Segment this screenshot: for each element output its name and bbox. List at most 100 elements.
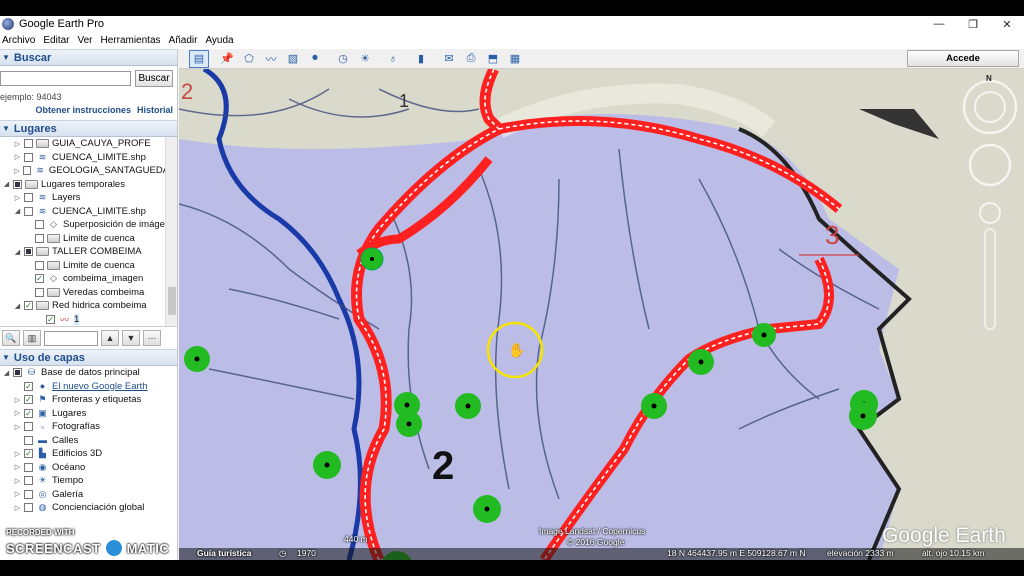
search-places-icon[interactable]: 🔍 [2, 330, 20, 346]
tree-item[interactable]: ◢ ✓ Red hidrica combeima [0, 299, 177, 313]
expand-arrow-icon[interactable]: ▷ [13, 477, 22, 485]
checkbox[interactable]: ✓ [24, 449, 33, 459]
expand-arrow-icon[interactable]: ▷ [13, 396, 22, 404]
history-link[interactable]: Historial [137, 105, 173, 118]
expand-arrow-icon[interactable]: ▷ [13, 463, 22, 471]
layer-item[interactable]: ◢ ⛁ Base de datos principal [0, 366, 177, 380]
menu-herramientas[interactable]: Herramientas [99, 35, 167, 46]
places-panel-header[interactable]: ▼ Lugares [0, 120, 177, 137]
login-button[interactable]: Accede [907, 50, 1019, 67]
close-button[interactable]: ✕ [990, 16, 1024, 32]
layer-item[interactable]: ▷ ✓ ▣ Lugares [0, 407, 177, 421]
expand-arrow-icon[interactable]: ▷ [13, 194, 22, 202]
tree-item[interactable]: ▷ ≋ Layers [0, 191, 177, 205]
search-input[interactable] [0, 71, 131, 86]
tree-item[interactable]: ✓ 〰 1 [0, 313, 177, 327]
menu-ayuda[interactable]: Ayuda [203, 35, 239, 46]
layer-item[interactable]: ▷ ✓ ⚑ Fronteras y etiquetas [0, 393, 177, 407]
expand-arrow-icon[interactable]: ◢ [2, 369, 11, 377]
checkbox[interactable]: ✓ [24, 408, 33, 418]
expand-arrow-icon[interactable]: ▷ [13, 167, 21, 175]
checkbox[interactable] [24, 139, 33, 149]
tree-item[interactable]: ◢ TALLER COMBEIMA [0, 245, 177, 259]
historical-imagery-icon[interactable]: ◷ [333, 50, 353, 68]
checkbox[interactable]: ✓ [24, 381, 33, 391]
tree-item[interactable]: ▷ ≋ GEOLOGIA_SANTAGUEDA... [0, 164, 177, 178]
expand-arrow-icon[interactable]: ◢ [13, 248, 22, 256]
expand-arrow-icon[interactable]: ▷ [13, 153, 22, 161]
add-overlay-icon[interactable]: ▧ [283, 50, 303, 68]
checkbox[interactable] [35, 287, 44, 297]
layer-item[interactable]: ▷ ✓ ▙ Edificios 3D [0, 447, 177, 461]
scrollbar-thumb[interactable] [168, 287, 176, 315]
email-icon[interactable]: ✉ [439, 50, 459, 68]
get-directions-link[interactable]: Obtener instrucciones [35, 105, 131, 118]
checkbox[interactable] [35, 220, 44, 230]
checkbox[interactable] [24, 247, 33, 257]
menu-archivo[interactable]: Archivo [0, 35, 41, 46]
layer-item[interactable]: ▷ ◉ Océano [0, 461, 177, 475]
save-image-icon[interactable]: ⬒ [483, 50, 503, 68]
expand-arrow-icon[interactable]: ▷ [13, 423, 22, 431]
expand-arrow-icon[interactable]: ▷ [13, 409, 22, 417]
tree-item[interactable]: ▷ GUIA_CAUYA_PROFE [0, 137, 177, 151]
toggle-panel-icon[interactable]: ▥ [23, 330, 41, 346]
map-viewport[interactable]: ✋ 2 1 3 2 N 440 m Image Landsat / Copern… [179, 69, 1024, 560]
layer-item[interactable]: ▬ Calles [0, 434, 177, 448]
tree-item[interactable]: ▷ ≋ CUENCA_LIMITE.shp [0, 151, 177, 165]
tree-item[interactable]: Limite de cuenca [0, 259, 177, 273]
record-tour-icon[interactable]: ⏺ [305, 50, 325, 68]
add-path-icon[interactable]: 〰 [261, 50, 281, 68]
checkbox[interactable] [24, 503, 33, 513]
map-canvas[interactable]: ✋ 2 1 3 2 N [179, 69, 1024, 560]
checkbox[interactable]: ✓ [24, 395, 33, 405]
move-down-icon[interactable]: ▼ [122, 330, 140, 346]
checkbox[interactable] [24, 152, 33, 162]
checkbox[interactable] [13, 368, 22, 378]
checkbox[interactable] [24, 193, 33, 203]
move-up-icon[interactable]: ▲ [101, 330, 119, 346]
checkbox[interactable] [35, 260, 44, 270]
layer-item[interactable]: ▷ ▫ Fotografías [0, 420, 177, 434]
menu-editar[interactable]: Editar [41, 35, 75, 46]
expand-arrow-icon[interactable]: ◢ [13, 207, 22, 215]
checkbox[interactable] [23, 166, 32, 176]
minimize-button[interactable]: — [922, 16, 956, 32]
expand-arrow-icon[interactable]: ▷ [13, 490, 22, 498]
tree-item[interactable]: ◇ Superposición de imáge... [0, 218, 177, 232]
checkbox[interactable]: ✓ [46, 314, 55, 324]
sidebar-toggle-icon[interactable]: ▤ [189, 49, 209, 68]
checkbox[interactable]: ✓ [24, 301, 33, 311]
ruler-icon[interactable]: ▮ [411, 50, 431, 68]
checkbox[interactable] [35, 233, 44, 243]
tree-item[interactable]: ◢ ≋ CUENCA_LIMITE.shp [0, 205, 177, 219]
sunlight-icon[interactable]: ☀ [355, 50, 375, 68]
historical-year-icon[interactable]: ◷ [279, 548, 286, 559]
menu-ver[interactable]: Ver [75, 35, 98, 46]
checkbox[interactable] [24, 206, 33, 216]
tour-guide-label[interactable]: Guía turística [197, 548, 251, 558]
tree-item[interactable]: Limite de cuenca [0, 232, 177, 246]
layer-item[interactable]: ✓ ● El nuevo Google Earth [0, 380, 177, 394]
checkbox[interactable] [24, 476, 33, 486]
checkbox[interactable] [24, 422, 33, 432]
add-placemark-icon[interactable]: 📌 [217, 50, 237, 68]
layer-item[interactable]: ▷ ◍ Concienciación global [0, 501, 177, 515]
expand-arrow-icon[interactable]: ▷ [13, 450, 22, 458]
checkbox[interactable] [24, 489, 33, 499]
print-icon[interactable]: ⎙ [461, 50, 481, 68]
maximize-button[interactable]: ❐ [956, 16, 990, 32]
places-scrollbar[interactable] [165, 137, 177, 326]
expand-arrow-icon[interactable]: ▷ [13, 504, 22, 512]
layers-panel-header[interactable]: ▼ Uso de capas [0, 349, 177, 366]
checkbox[interactable] [24, 435, 33, 445]
places-filter-input[interactable] [44, 330, 98, 346]
view-in-maps-icon[interactable]: ▦ [505, 50, 525, 68]
planets-icon[interactable]: ♁ [383, 50, 403, 68]
search-panel-header[interactable]: ▼ Buscar [0, 49, 177, 66]
expand-arrow-icon[interactable]: ◢ [2, 180, 11, 188]
layer-item[interactable]: ▷ ☀ Tiempo [0, 474, 177, 488]
layer-item[interactable]: ▷ ◎ Galería [0, 488, 177, 502]
expand-arrow-icon[interactable]: ◢ [13, 302, 22, 310]
checkbox[interactable]: ✓ [35, 274, 44, 284]
